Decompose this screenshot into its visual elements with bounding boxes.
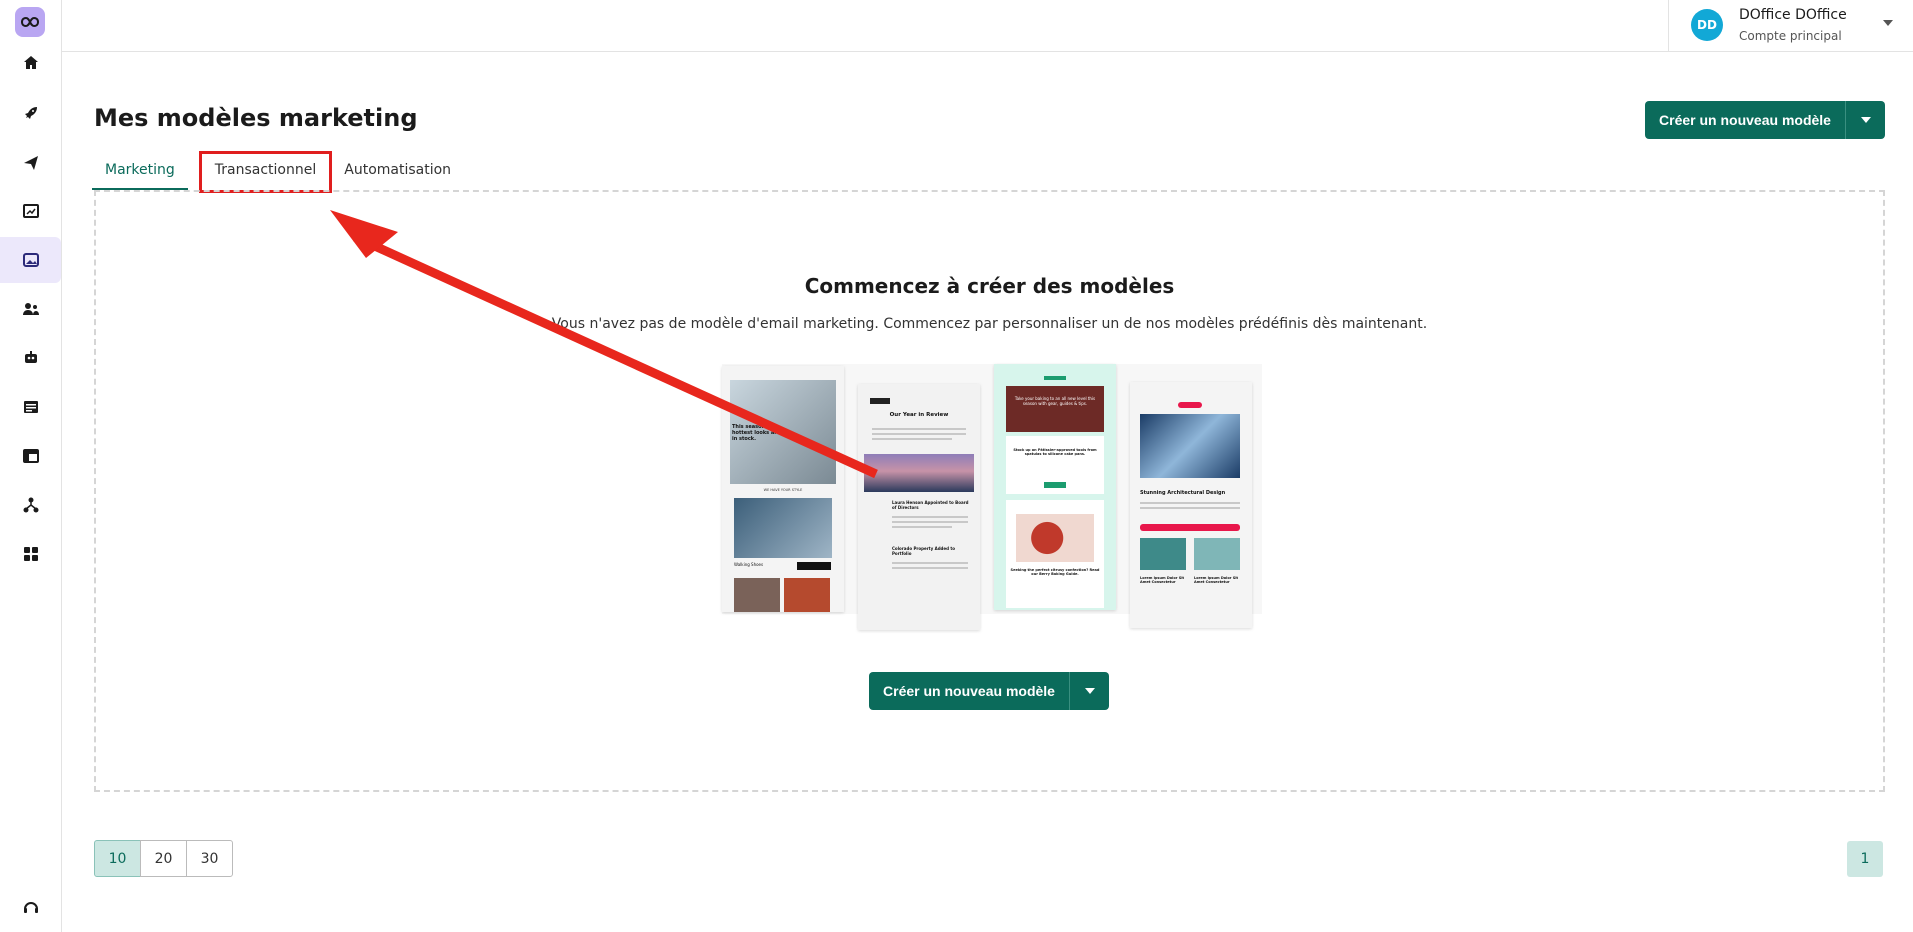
empty-create-dropdown-button[interactable] — [1069, 672, 1109, 710]
page-size-20[interactable]: 20 — [140, 840, 187, 877]
account-name: DOffice DOffice — [1739, 7, 1847, 23]
preview-fashion-product: Walking Shoes — [734, 562, 764, 567]
create-template-dropdown-button[interactable] — [1845, 101, 1885, 139]
rocket-icon — [24, 107, 37, 119]
sidebar — [0, 0, 62, 932]
sidebar-item-landing-pages[interactable] — [0, 433, 61, 479]
contacts-icon — [22, 303, 39, 315]
preview-card-year-review: Our Year in Review Laura Henson Appointe… — [858, 384, 980, 630]
preview-baking-sub: Stock up on Pâtissier-approved tools fro… — [1013, 448, 1097, 456]
chart-icon — [22, 204, 39, 218]
workflow-icon — [23, 497, 38, 513]
sidebar-item-automation[interactable] — [0, 335, 61, 381]
tab-automatisation[interactable]: Automatisation — [331, 154, 464, 190]
app-root: DD DOffice DOffice Compte principal Mes … — [0, 0, 1913, 932]
tab-marketing[interactable]: Marketing — [92, 154, 188, 190]
current-page-button[interactable]: 1 — [1847, 841, 1883, 877]
create-template-button[interactable]: Créer un nouveau modèle — [1645, 101, 1845, 139]
preview-arch-item2: Lorem Ipsum Dolor Sit Amet Consectetur — [1194, 576, 1239, 584]
empty-create-split-button: Créer un nouveau modèle — [869, 672, 1109, 710]
avatar: DD — [1691, 9, 1723, 41]
sidebar-item-apps[interactable] — [0, 531, 61, 577]
sidebar-item-forms[interactable] — [0, 384, 61, 430]
chevron-down-icon — [1084, 688, 1095, 694]
layout-icon — [22, 449, 39, 463]
support-icon — [23, 902, 38, 913]
chevron-down-icon — [1860, 117, 1871, 123]
empty-state-panel: Commencez à créer des modèles Vous n'ave… — [94, 190, 1885, 792]
page-size-selector: 10 20 30 — [94, 840, 233, 877]
brand-logo-icon[interactable] — [15, 7, 45, 37]
page-title: Mes modèles marketing — [94, 104, 418, 132]
preview-card-architecture: Stunning Architectural Design Lorem Ipsu… — [1130, 382, 1252, 628]
home-icon — [23, 56, 38, 69]
sidebar-item-support[interactable] — [0, 885, 61, 931]
sidebar-item-statistics[interactable] — [0, 188, 61, 234]
preview-card-fashion: This season's hottest looks are in stock… — [722, 366, 844, 612]
sidebar-item-templates[interactable] — [0, 237, 61, 283]
sidebar-item-workflows[interactable] — [0, 482, 61, 528]
empty-state-title: Commencez à créer des modèles — [804, 274, 1175, 298]
image-templates-icon — [22, 253, 39, 267]
template-previews-image: This season's hottest looks are in stock… — [722, 364, 1262, 630]
sidebar-item-campaigns[interactable] — [0, 90, 61, 136]
create-template-split-button: Créer un nouveau modèle — [1645, 101, 1885, 139]
tab-transactionnel[interactable]: Transactionnel — [198, 151, 333, 193]
preview-year-title: Our Year in Review — [889, 412, 949, 418]
chevron-down-icon[interactable] — [1883, 20, 1893, 26]
preview-fashion-headline: This season's hottest looks are in stock… — [732, 424, 781, 442]
preview-year-item2: Colorado Property Added to Portfolio — [892, 546, 956, 556]
account-menu[interactable]: DD DOffice DOffice Compte principal — [1668, 0, 1913, 52]
page-size-30[interactable]: 30 — [186, 840, 233, 877]
template-tabs: Marketing Transactionnel Automatisation — [92, 151, 464, 193]
preview-fashion-section: WE HAVE YOUR STYLE — [763, 488, 803, 492]
preview-baking-headline: Take your baking to an all new level thi… — [1014, 396, 1096, 406]
robot-icon — [24, 351, 37, 363]
preview-baking-footer: Seeking the perfect citrusy confection? … — [1010, 568, 1100, 576]
sidebar-item-contacts[interactable] — [0, 286, 61, 332]
preview-year-item1: Laura Henson Appointed to Board of Direc… — [892, 500, 969, 510]
preview-card-baking: Take your baking to an all new level thi… — [994, 364, 1116, 610]
empty-create-template-button[interactable]: Créer un nouveau modèle — [869, 672, 1069, 710]
apps-icon — [23, 547, 38, 561]
account-subtitle: Compte principal — [1739, 29, 1842, 43]
preview-arch-title: Stunning Architectural Design — [1140, 490, 1226, 496]
empty-state-description: Vous n'avez pas de modèle d'email market… — [551, 316, 1428, 332]
document-icon — [23, 401, 38, 413]
sidebar-item-send[interactable] — [0, 140, 61, 186]
paper-plane-icon — [23, 156, 38, 170]
preview-arch-item1: Lorem Ipsum Dolor Sit Amet Consectetur — [1140, 576, 1185, 584]
page-size-10[interactable]: 10 — [94, 840, 141, 877]
sidebar-item-home[interactable] — [0, 40, 61, 86]
top-header: DD DOffice DOffice Compte principal — [62, 0, 1913, 52]
